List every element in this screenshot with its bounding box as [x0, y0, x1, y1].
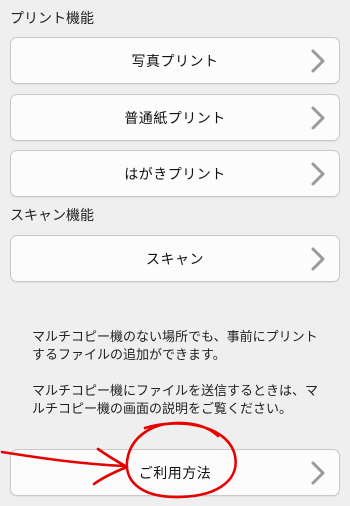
photo-print-button[interactable]: 写真プリント: [10, 37, 340, 84]
usage-guide-button[interactable]: ご利用方法: [10, 449, 340, 496]
scan-section-title: スキャン機能: [10, 208, 94, 224]
chevron-right-icon: [309, 161, 327, 187]
chevron-right-icon: [309, 105, 327, 131]
chevron-right-icon: [309, 48, 327, 74]
photo-print-label: 写真プリント: [131, 53, 219, 70]
info-paragraph-add-files: マルチコピー機のない場所でも、事前にプリントするファイルの追加ができます。: [32, 330, 318, 363]
print-section-title: プリント機能: [10, 11, 94, 27]
info-paragraph-send-files: マルチコピー機にファイルを送信するときは、マルチコピー機の画面の説明をご覧くださ…: [32, 384, 319, 417]
scan-label: スキャン: [146, 251, 204, 268]
scan-button[interactable]: スキャン: [10, 235, 340, 282]
postcard-print-button[interactable]: はがきプリント: [10, 150, 340, 197]
postcard-print-label: はがきプリント: [124, 166, 226, 183]
plain-paper-print-button[interactable]: 普通紙プリント: [10, 94, 340, 141]
usage-guide-label: ご利用方法: [138, 465, 212, 482]
print-app-screen: プリント機能 写真プリント 普通紙プリント はがきプリント スキャン機能 スキャ…: [0, 0, 350, 506]
chevron-right-icon: [309, 246, 327, 272]
chevron-right-icon: [309, 460, 327, 486]
plain-paper-print-label: 普通紙プリント: [124, 110, 226, 127]
